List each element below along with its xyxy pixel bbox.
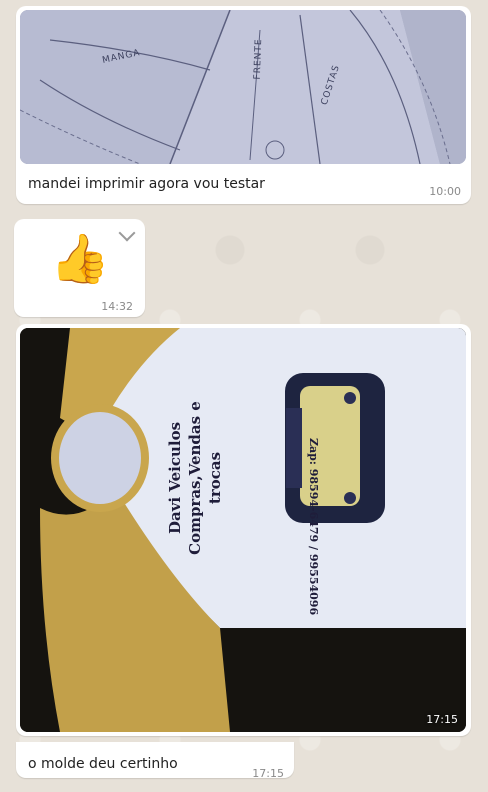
- print-line-3: trocas: [206, 451, 224, 505]
- thumbs-up-icon: 👍: [50, 231, 110, 287]
- pattern-photo[interactable]: MANGA FRENTE COSTAS: [20, 10, 466, 164]
- message-text: o molde deu certinho: [28, 756, 178, 772]
- message-time: 14:32: [101, 300, 133, 313]
- message-time: 10:00: [429, 185, 461, 198]
- pattern-label-frente: FRENTE: [252, 38, 265, 80]
- message-caption: mandei imprimir agora vou testar: [28, 176, 265, 192]
- message-time: 17:15: [252, 767, 284, 780]
- image-message-shirt[interactable]: Davi Veiculos Compras,Vendas e trocas Za…: [16, 324, 471, 736]
- pattern-photo-drawing: [20, 10, 466, 164]
- print-line-2: Compras,Vendas e: [186, 401, 204, 555]
- emoji-message[interactable]: 👍 14:32: [14, 219, 145, 317]
- shirt-photo[interactable]: Davi Veiculos Compras,Vendas e trocas Za…: [20, 328, 466, 732]
- image-time: 17:15: [426, 713, 458, 726]
- print-line-1: Davi Veiculos: [166, 421, 184, 535]
- image-message-pattern[interactable]: MANGA FRENTE COSTAS mandei imprimir agor…: [16, 6, 471, 204]
- text-message[interactable]: o molde deu certinho 17:15: [16, 742, 294, 780]
- shirt-print-phone: Zap: 98594-6479 / 99554096: [307, 438, 320, 616]
- chevron-down-icon[interactable]: [118, 224, 136, 242]
